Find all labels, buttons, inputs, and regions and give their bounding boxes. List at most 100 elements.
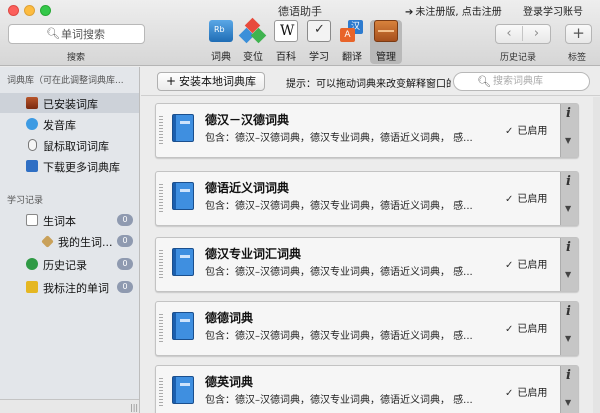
library-status[interactable]: ✓ 已启用 [505,190,547,205]
library-title: 德德词典 [205,311,254,325]
close-window-button[interactable] [8,5,19,16]
zoom-window-button[interactable] [40,5,51,16]
library-search-box[interactable]: 🔍︎ [453,72,590,91]
sidebar-item-starred[interactable]: 我标注的单词 0 [0,277,139,297]
history-icon [26,258,38,270]
library-description: 包含：德汉–汉德词典，德汉专业词典，德语近义词典， 感... [205,267,473,278]
library-title: 德汉专业词汇词典 [205,247,302,261]
sidebar: 词典库（可在此调整词典库... 已安装词库 发音库 鼠标取词词库 下载更多词典库… [0,67,140,413]
resize-grip-icon[interactable]: ||| [130,403,138,412]
tool-manage[interactable]: 管理 [370,20,402,64]
install-button-label: 安装本地词典库 [179,75,257,88]
book-icon [172,376,194,404]
library-card[interactable]: 德语近义词词典 包含：德汉–汉德词典，德汉专业词典，德语近义词典， 感... ✓… [155,171,579,226]
drag-handle-icon[interactable] [159,184,163,212]
tool-manage-label: 管理 [376,52,396,63]
sidebar-item-installed[interactable]: 已安装词库 [0,93,139,113]
minimize-window-button[interactable] [24,5,35,16]
library-card[interactable]: 德德词典 包含：德汉–汉德词典，德汉专业词典，德语近义词典， 感... ✓ 已启用… [155,301,579,356]
chevron-down-icon[interactable]: ▼ [565,334,571,343]
library-card[interactable]: 德汉专业词汇词典 包含：德汉–汉德词典，德汉专业词典，德语近义词典， 感... … [155,237,579,292]
count-badge: 0 [117,258,133,270]
search-label: 搜索 [67,53,86,63]
star-icon [26,281,38,293]
library-search-input[interactable] [493,75,583,88]
tag-icon [41,235,54,248]
tool-dictionary[interactable]: 词典 [205,20,237,64]
sidebar-item-label: 历史记录 [43,259,87,272]
card-side-panel: i ▼ [560,366,578,413]
library-description: 包含：德汉–汉德词典，德汉专业词典，德语近义词典， 感... [205,133,473,144]
installed-library-icon [26,97,38,109]
scrollbar[interactable] [593,97,600,413]
library-status[interactable]: ✓ 已启用 [505,320,547,335]
tool-translate[interactable]: 汉A 翻译 [336,20,368,64]
arrow-right-icon: ➔ [405,7,414,18]
toolbar: 德语助手 ➔未注册版, 点击注册 登录学习账号 🔍︎ 搜索 词典 变位 百科 学… [0,0,600,66]
register-link-label: 未注册版, 点击注册 [415,7,502,18]
pronunciation-icon [26,118,38,130]
login-link[interactable]: 登录学习账号 [523,3,583,18]
add-tag-button[interactable]: + [565,24,592,44]
count-badge: 0 [117,235,133,247]
translate-icon: 汉A [340,20,364,42]
back-button[interactable]: ‹ [496,26,523,41]
sidebar-item-label: 发音库 [43,119,76,132]
manage-icon [374,20,398,42]
library-status-label: 已启用 [517,388,548,399]
forward-button[interactable]: › [523,26,550,41]
chevron-down-icon[interactable]: ▼ [565,136,571,145]
info-icon[interactable]: i [566,106,571,121]
library-status[interactable]: ✓ 已启用 [505,384,547,399]
drag-hint: 提示：可以拖动词典来改变解释窗口的 [286,79,451,90]
section-library-heading: 词典库（可在此调整词典库... [7,76,124,86]
drag-handle-icon[interactable] [159,250,163,278]
search-icon: 🔍︎ [477,75,491,88]
library-status[interactable]: ✓ 已启用 [505,256,547,271]
tool-conjugation-label: 变位 [243,52,263,63]
tag-label: 标签 [568,53,587,63]
info-icon[interactable]: i [566,304,571,319]
mouse-icon [28,139,37,151]
count-badge: 0 [117,281,133,293]
drag-handle-icon[interactable] [159,116,163,144]
word-search-input[interactable] [61,27,141,41]
count-badge: 0 [117,214,133,226]
chevron-down-icon[interactable]: ▼ [565,204,571,213]
book-icon [172,114,194,142]
library-card[interactable]: 德英词典 包含：德汉–汉德词典，德汉专业词典，德语近义词典， 感... ✓ 已启用… [155,365,579,413]
sidebar-item-label: 已安装词库 [43,98,98,111]
divider [141,95,600,96]
library-status[interactable]: ✓ 已启用 [505,122,547,137]
sidebar-item-history[interactable]: 历史记录 0 [0,254,139,274]
section-study-heading: 学习记录 [7,196,44,206]
sidebar-item-mouse-lookup[interactable]: 鼠标取词词库 [0,135,139,155]
sidebar-item-label: 我标注的单词 [43,282,109,295]
sidebar-item-download[interactable]: 下载更多词典库 [0,156,139,176]
sidebar-item-label: 下载更多词典库 [43,161,120,174]
info-icon[interactable]: i [566,368,571,383]
chevron-down-icon[interactable]: ▼ [565,398,571,407]
drag-handle-icon[interactable] [159,378,163,406]
checkmark-icon: ✓ [505,194,514,205]
drag-handle-icon[interactable] [159,314,163,342]
info-icon[interactable]: i [566,174,571,189]
register-link[interactable]: ➔ 未注册版, 点击注册 [405,3,502,18]
sidebar-item-vocabulary[interactable]: 生词本 0 [0,210,139,230]
tool-dictionary-label: 词典 [211,52,231,63]
tool-study[interactable]: 学习 [303,20,335,64]
conjugation-icon [238,17,267,44]
tool-wiki[interactable]: 百科 [270,20,302,64]
tool-conjugation[interactable]: 变位 [237,17,269,64]
word-search-box[interactable]: 🔍︎ [8,24,145,44]
chevron-down-icon[interactable]: ▼ [565,270,571,279]
install-local-library-button[interactable]: + 安装本地词典库 [157,72,265,91]
search-icon: 🔍︎ [46,27,60,40]
tool-wiki-label: 百科 [276,52,296,63]
sidebar-item-pronunciation[interactable]: 发音库 [0,114,139,134]
library-card[interactable]: 德汉－汉德词典 包含：德汉–汉德词典，德汉专业词典，德语近义词典， 感... ✓… [155,103,579,158]
sidebar-item-my-words[interactable]: 我的生词... 0 [0,231,139,251]
checkmark-icon: ✓ [505,388,514,399]
info-icon[interactable]: i [566,240,571,255]
sidebar-item-label: 我的生词... [58,236,113,249]
